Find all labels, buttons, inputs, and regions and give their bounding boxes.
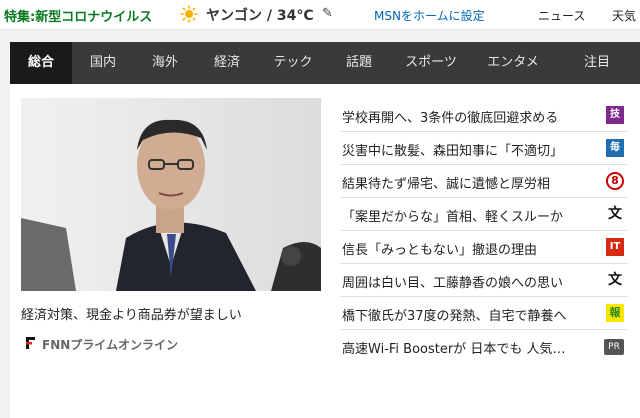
article-title[interactable]: 結果待たず帰宅、誠に遺憾と厚労相: [342, 173, 597, 192]
tab-domestic[interactable]: 国内: [72, 42, 134, 84]
article-title[interactable]: 「案里だからな」首相、軽くスルーか: [342, 206, 597, 225]
weather-link[interactable]: 天気: [612, 7, 636, 24]
fnn-logo-icon: [24, 335, 38, 351]
list-item[interactable]: 災害中に散髪、森田知事に「不適切」 毎: [340, 132, 628, 165]
list-item[interactable]: 学校再開へ、3条件の徹底回避求める 技: [340, 99, 628, 132]
tab-sports[interactable]: スポーツ: [390, 42, 472, 84]
tab-overseas[interactable]: 海外: [134, 42, 196, 84]
list-item[interactable]: 周囲は白い目、工藤静香の娘への思い 文: [340, 264, 628, 297]
news-link[interactable]: ニュース: [538, 7, 585, 24]
publisher-logo-icon: 8: [606, 172, 624, 190]
list-item[interactable]: 橋下徹氏が37度の発熱、自宅で静養へ 報: [340, 297, 628, 330]
special-feature-link[interactable]: 特集:新型コロナウイルス: [4, 6, 152, 25]
article-title[interactable]: 高速Wi-Fi Boosterが 日本でも 人気…: [342, 338, 597, 357]
weather-location[interactable]: ヤンゴン / 34°C: [206, 5, 314, 25]
edit-icon[interactable]: ✎: [322, 6, 333, 21]
article-title[interactable]: 橋下徹氏が37度の発熱、自宅で静養へ: [342, 305, 597, 324]
hero-source[interactable]: FNNプライムオンライン: [42, 336, 178, 353]
hero-headline[interactable]: 経済対策、現金より商品券が望ましい: [21, 304, 242, 323]
publisher-logo-icon: 技: [606, 106, 624, 124]
article-title[interactable]: 災害中に散髪、森田知事に「不適切」: [342, 140, 597, 159]
msn-home-link[interactable]: MSNをホームに設定: [374, 7, 485, 24]
article-title[interactable]: 周囲は白い目、工藤静香の娘への思い: [342, 272, 597, 291]
publisher-logo-icon: 文: [608, 272, 622, 288]
tab-economy[interactable]: 経済: [196, 42, 258, 84]
news-card: 総合 国内 海外 経済 テック 話題 スポーツ エンタメ 注目 経済対策、現金よ…: [10, 42, 640, 418]
tab-topics[interactable]: 話題: [328, 42, 390, 84]
publisher-logo-icon: 毎: [606, 139, 624, 157]
hero-image[interactable]: [21, 98, 321, 291]
tab-featured[interactable]: 注目: [554, 42, 640, 84]
publisher-logo-icon: IT: [606, 238, 624, 256]
sponsored-badge: PR: [604, 339, 624, 355]
article-title[interactable]: 信長「みっともない」撤退の理由: [342, 239, 597, 258]
tab-entertainment[interactable]: エンタメ: [472, 42, 554, 84]
category-tabs: 総合 国内 海外 経済 テック 話題 スポーツ エンタメ 注目: [10, 42, 640, 84]
top-bar: 特集:新型コロナウイルス ヤンゴン / 34°C ✎ MSNをホームに設定 ニュ…: [0, 0, 640, 30]
publisher-logo-icon: 報: [606, 304, 624, 322]
list-item[interactable]: 高速Wi-Fi Boosterが 日本でも 人気… PR: [340, 330, 628, 363]
tab-general[interactable]: 総合: [10, 42, 72, 84]
article-title[interactable]: 学校再開へ、3条件の徹底回避求める: [342, 107, 597, 126]
list-item[interactable]: 信長「みっともない」撤退の理由 IT: [340, 231, 628, 264]
tab-tech[interactable]: テック: [258, 42, 328, 84]
sun-icon: [180, 5, 198, 23]
hero-photo: [21, 98, 321, 291]
article-list: 学校再開へ、3条件の徹底回避求める 技 災害中に散髪、森田知事に「不適切」 毎 …: [340, 99, 628, 363]
list-item[interactable]: 「案里だからな」首相、軽くスルーか 文: [340, 198, 628, 231]
publisher-logo-icon: 文: [608, 206, 622, 222]
list-item[interactable]: 結果待たず帰宅、誠に遺憾と厚労相 8: [340, 165, 628, 198]
